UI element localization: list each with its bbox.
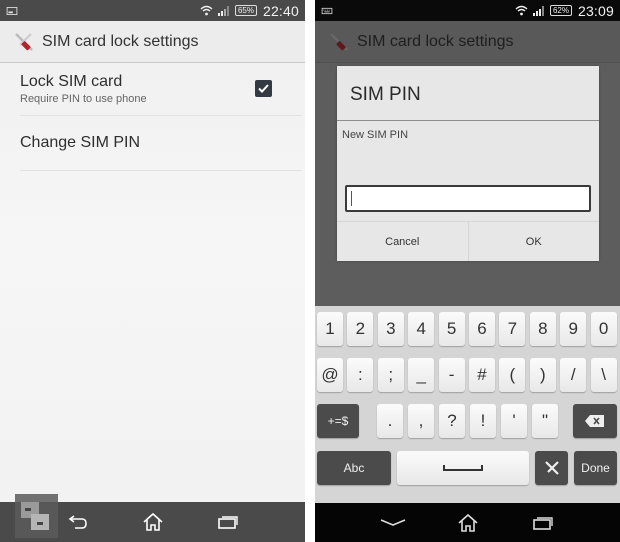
left-phone-screen: 65% 22:40 SIM card lock settings Lock SI… [0, 0, 305, 542]
wifi-icon [200, 5, 213, 16]
signal-icon [532, 5, 544, 16]
key[interactable]: 7 [499, 312, 526, 346]
space-icon [443, 465, 483, 471]
settings-tools-icon [330, 32, 348, 51]
key[interactable]: 3 [377, 312, 404, 346]
key[interactable]: _ [408, 358, 435, 392]
text-cursor [351, 191, 352, 206]
image-notification-icon [6, 6, 18, 15]
on-screen-keyboard: 1234567890 @:; _ - #() / \ +=$ .,?! ' " Abc Don… [315, 306, 620, 503]
hide-keyboard-button[interactable] [378, 511, 408, 535]
back-button[interactable] [63, 510, 93, 534]
home-icon [457, 513, 478, 532]
keyboard-notification-icon [321, 7, 333, 14]
logo-icon [21, 502, 49, 530]
key[interactable]: 8 [529, 312, 556, 346]
page-title: SIM card lock settings [42, 32, 199, 50]
action-bar: SIM card lock settings [315, 21, 620, 63]
key[interactable]: 4 [408, 312, 435, 346]
lock-sim-checkbox[interactable] [255, 80, 272, 97]
key[interactable]: / [560, 358, 587, 392]
home-button[interactable] [453, 511, 483, 535]
home-icon [142, 512, 163, 531]
settings-tools-icon[interactable] [12, 30, 36, 54]
keyboard-row-bottom: Abc Done [315, 451, 620, 489]
done-key[interactable]: Done [574, 451, 617, 485]
space-key[interactable] [397, 451, 529, 485]
new-sim-pin-input[interactable] [345, 185, 591, 212]
settings-list: Lock SIM card Require PIN to use phone C… [0, 63, 305, 171]
checkmark-icon [258, 84, 269, 93]
list-item-title: Change SIM PIN [20, 134, 141, 151]
change-sim-pin-item[interactable]: Change SIM PIN [20, 116, 302, 171]
key[interactable]: ; [377, 358, 404, 392]
cancel-button[interactable]: Cancel [337, 222, 468, 261]
recent-apps-icon [217, 516, 238, 529]
key[interactable]: 2 [347, 312, 374, 346]
key[interactable]: , [408, 404, 434, 438]
action-bar: SIM card lock settings [0, 21, 305, 63]
key[interactable]: @ [317, 358, 343, 392]
key[interactable]: - [438, 358, 465, 392]
wifi-icon [515, 5, 528, 16]
recent-apps-button[interactable] [213, 510, 243, 534]
symbols-shift-key[interactable]: +=$ [317, 404, 359, 438]
key[interactable]: 6 [469, 312, 495, 346]
key[interactable]: ' [501, 404, 527, 438]
keyboard-row-digits: 1234567890 [315, 312, 620, 350]
signal-icon [217, 5, 229, 16]
dialog-buttons: Cancel OK [337, 221, 599, 261]
abc-key[interactable]: Abc [317, 451, 391, 485]
page-title: SIM card lock settings [357, 32, 514, 50]
right-phone-screen: 62% 23:09 SIM card lock settings SIM PIN… [315, 0, 620, 542]
backspace-key[interactable] [573, 404, 617, 438]
watermark-logo [15, 494, 58, 538]
status-bar: 65% 22:40 [0, 0, 305, 21]
tools-icon [544, 461, 559, 475]
backspace-icon [585, 415, 604, 427]
key[interactable]: 1 [317, 312, 343, 346]
keyboard-row-symbols: @:; _ - #() / \ [315, 358, 620, 396]
key[interactable]: ) [529, 358, 556, 392]
key[interactable]: ! [470, 404, 496, 438]
key[interactable]: \ [590, 358, 617, 392]
clock: 23:09 [577, 2, 614, 19]
dialog-title: SIM PIN [337, 66, 599, 121]
key[interactable]: " [532, 404, 558, 438]
chevron-down-icon [380, 518, 405, 526]
dialog-message: New SIM PIN [342, 129, 409, 141]
sim-pin-dialog: SIM PIN New SIM PIN Cancel OK [337, 66, 599, 261]
key[interactable]: ( [499, 358, 526, 392]
key[interactable]: ? [439, 404, 465, 438]
lock-sim-card-item[interactable]: Lock SIM card Require PIN to use phone [20, 63, 302, 116]
key[interactable]: 9 [560, 312, 587, 346]
keyboard-settings-key[interactable] [535, 451, 568, 485]
navigation-bar [315, 503, 620, 542]
home-button[interactable] [138, 510, 168, 534]
key[interactable]: 5 [438, 312, 465, 346]
key[interactable]: # [469, 358, 495, 392]
recent-apps-icon [532, 516, 553, 530]
status-bar: 62% 23:09 [315, 0, 620, 21]
key[interactable]: 0 [590, 312, 617, 346]
recent-apps-button[interactable] [528, 511, 558, 535]
battery-indicator: 62% [549, 5, 572, 16]
ok-button[interactable]: OK [467, 222, 600, 261]
battery-indicator: 65% [234, 5, 257, 16]
keyboard-row-punctuation: +=$ .,?! ' " [315, 404, 620, 442]
key[interactable]: . [377, 404, 403, 438]
clock: 22:40 [262, 2, 299, 19]
key[interactable]: : [347, 358, 374, 392]
back-icon [68, 515, 87, 529]
